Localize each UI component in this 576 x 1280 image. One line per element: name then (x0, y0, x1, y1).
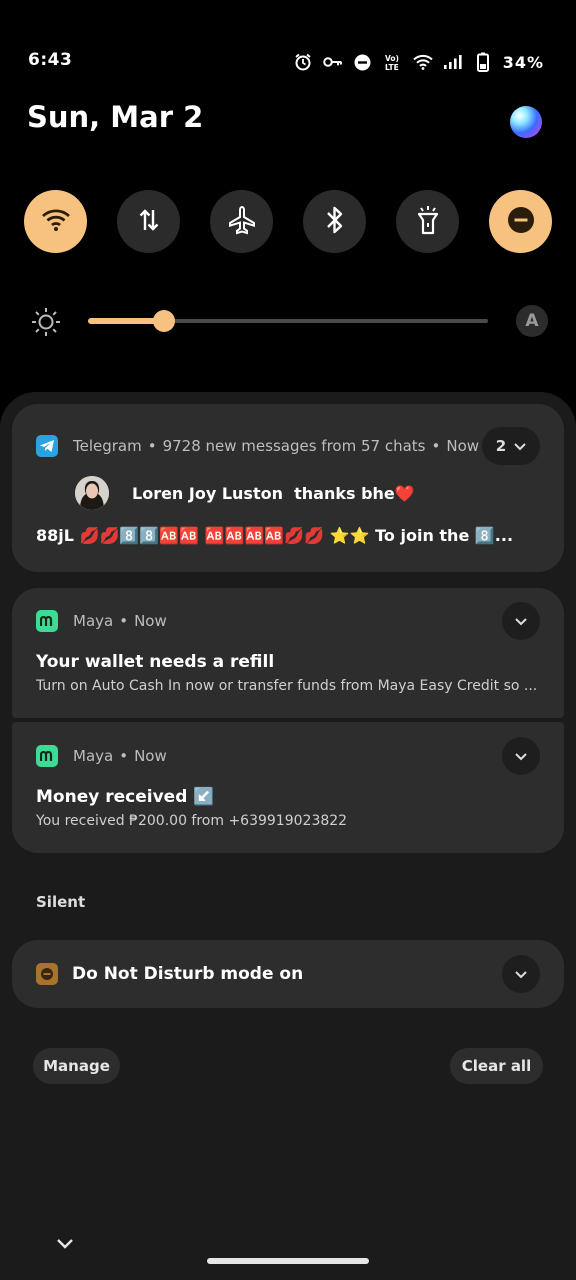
airplane-icon (227, 205, 257, 239)
manage-button[interactable]: Manage (33, 1048, 120, 1084)
app-name: Maya (73, 612, 114, 630)
do-not-disturb-toggle[interactable] (489, 190, 552, 253)
airplane-mode-toggle[interactable] (210, 190, 273, 253)
chevron-down-icon (514, 437, 526, 455)
notification-title: Money received ↙️ (36, 787, 215, 807)
notification-body: Turn on Auto Cash In now or transfer fun… (36, 678, 538, 694)
signal-icon (443, 52, 463, 72)
bluetooth-toggle[interactable] (303, 190, 366, 253)
message-line: Loren Joy Luston thanks bhe❤️ (132, 484, 415, 503)
group-count: 2 (495, 437, 507, 455)
maya-app-icon (36, 745, 58, 767)
battery-icon (473, 52, 493, 72)
maya-notification-money[interactable]: Maya • Now Money received ↙️ You received … (12, 722, 564, 853)
svg-text:Vo): Vo) (385, 54, 399, 63)
notification-title: Your wallet needs a refill (36, 652, 275, 672)
dnd-icon (507, 206, 535, 238)
clear-all-button[interactable]: Clear all (450, 1048, 543, 1084)
maya-header: Maya • Now (73, 747, 167, 765)
svg-text:LTE: LTE (385, 63, 399, 71)
expand-button[interactable] (502, 737, 540, 775)
wifi-icon (41, 207, 71, 237)
flashlight-icon (417, 205, 439, 239)
chevron-down-icon (515, 612, 527, 630)
brightness-control: A (30, 303, 550, 339)
message-text: thanks bhe❤️ (294, 484, 415, 503)
notification-time: Now (446, 437, 480, 455)
dnd-icon (353, 52, 373, 72)
chevron-down-icon (515, 965, 527, 983)
telegram-header: Telegram • 9728 new messages from 57 chats… (73, 437, 480, 455)
expand-button[interactable] (502, 602, 540, 640)
silent-section-label: Silent (36, 893, 86, 911)
message-preview: 88jL 💋💋8️⃣8️⃣🆎🆎 🆎🆎🆎🆎💋💋 ⭐⭐ To join the 8️… (36, 526, 514, 545)
sender-name: Loren Joy Luston (132, 484, 283, 503)
notification-time: Now (134, 612, 167, 630)
dnd-icon (36, 963, 58, 985)
chevron-down-icon (515, 747, 527, 765)
status-icons: Vo) LTE 34% (293, 52, 544, 72)
maya-app-icon (36, 610, 58, 632)
telegram-app-icon (36, 435, 58, 457)
volte-icon: Vo) LTE (383, 52, 403, 72)
expand-group-button[interactable]: 2 (482, 427, 540, 465)
notification-title: Do Not Disturb mode on (72, 964, 304, 984)
avatar (75, 476, 109, 510)
home-indicator[interactable] (207, 1258, 369, 1264)
notification-body: You received ₱200.00 from +639919023822 (36, 813, 348, 829)
app-name: Telegram (73, 437, 142, 455)
chevron-down-icon[interactable] (55, 1236, 75, 1255)
app-name: Maya (73, 747, 114, 765)
mobile-data-toggle[interactable] (117, 190, 180, 253)
auto-brightness-button[interactable]: A (516, 305, 548, 337)
notification-summary: 9728 new messages from 57 chats (162, 437, 426, 455)
battery-percentage: 34% (502, 52, 544, 72)
maya-notification-wallet[interactable]: Maya • Now Your wallet needs a refill Turn… (12, 588, 564, 718)
data-transfer-icon (137, 207, 161, 237)
telegram-notification[interactable]: Telegram • 9728 new messages from 57 chats… (12, 404, 564, 572)
assistant-icon[interactable] (510, 106, 542, 138)
brightness-slider-thumb[interactable] (153, 310, 175, 332)
flashlight-toggle[interactable] (396, 190, 459, 253)
alarm-icon (293, 52, 313, 72)
vpn-key-icon (322, 52, 343, 72)
wifi-toggle[interactable] (24, 190, 87, 253)
notification-time: Now (134, 747, 167, 765)
dnd-notification[interactable]: Do Not Disturb mode on (12, 940, 564, 1008)
wifi-icon (413, 52, 433, 72)
quick-settings-row (24, 190, 552, 253)
date-label: Sun, Mar 2 (27, 100, 204, 134)
brightness-icon (30, 306, 62, 342)
status-bar: 6:43 Vo) LTE 34% (0, 0, 576, 90)
bluetooth-icon (325, 205, 345, 239)
expand-button[interactable] (502, 955, 540, 993)
status-time: 6:43 (28, 50, 73, 70)
maya-header: Maya • Now (73, 612, 167, 630)
